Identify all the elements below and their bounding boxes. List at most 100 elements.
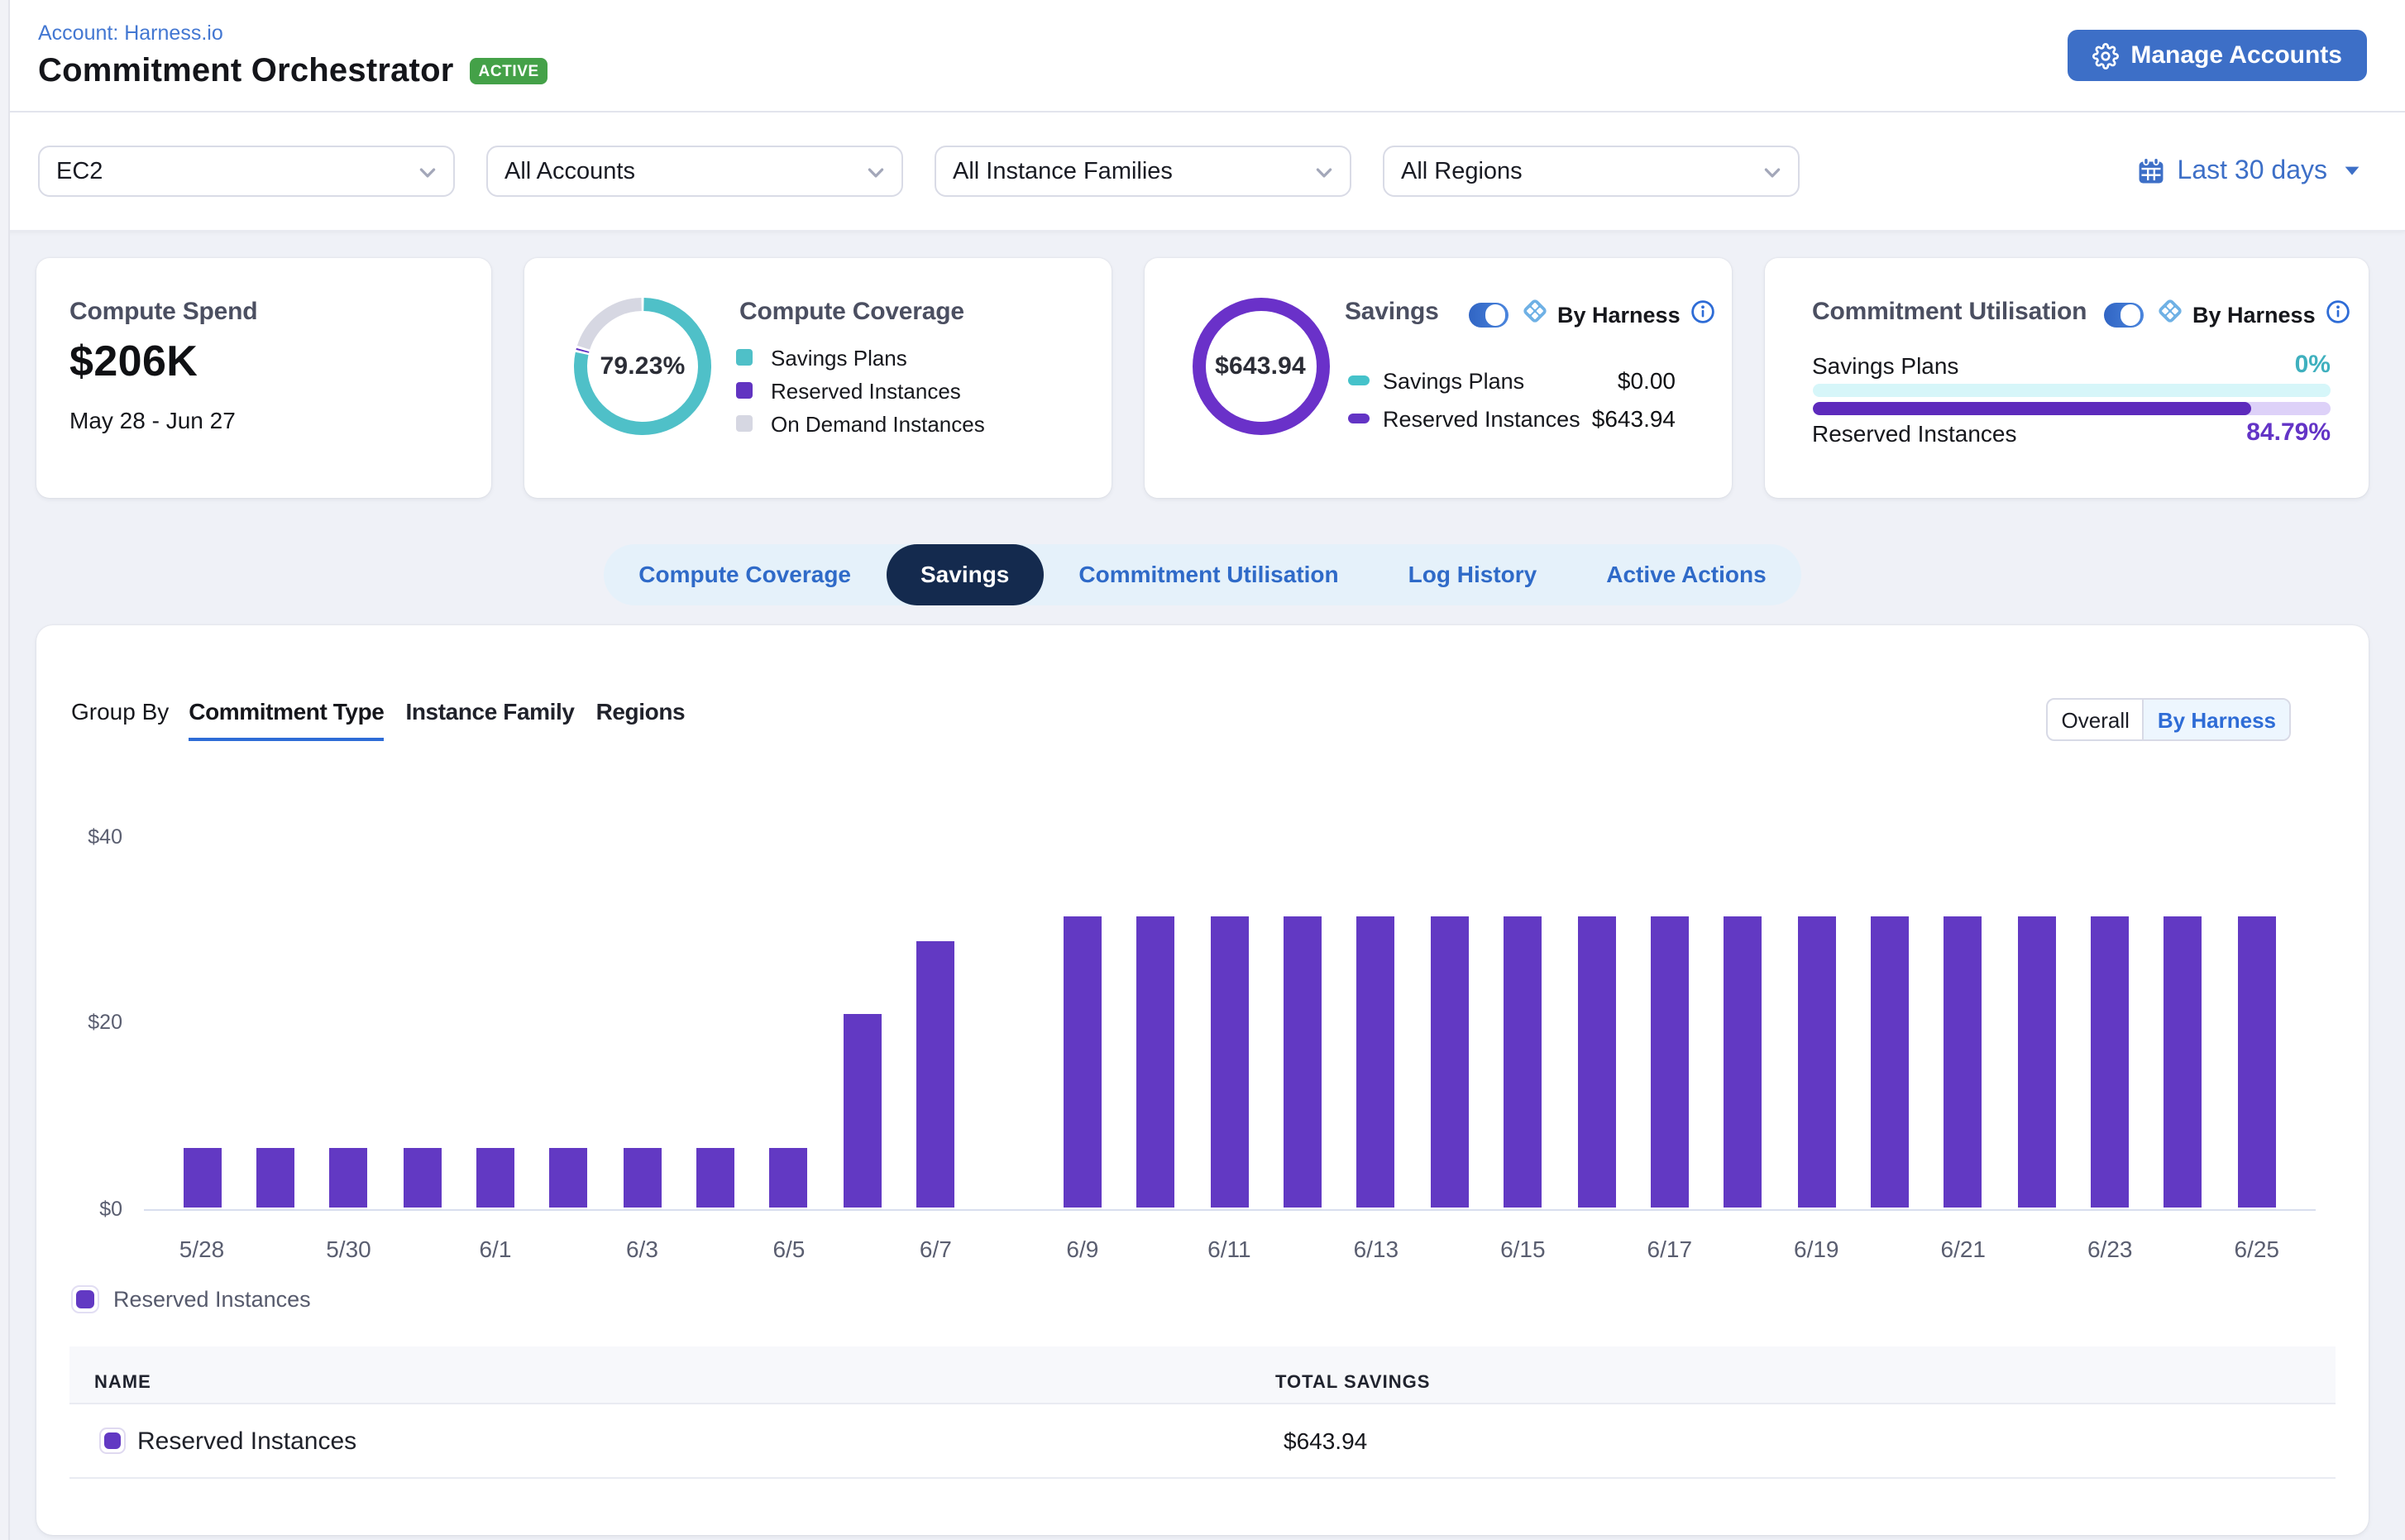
bar-6/23[interactable] [2091, 916, 2129, 1208]
bar-5/31[interactable] [403, 1148, 441, 1208]
bar-6/2[interactable] [550, 1148, 588, 1208]
savings-table: NAME TOTAL SAVINGS Reserved Instances$64… [69, 1346, 2336, 1479]
x-axis-label: 6/17 [1628, 1236, 1711, 1262]
savings-legend-item: Savings Plans$0.00 [1348, 365, 1676, 396]
utilisation-bars: Savings Plans 0% Reserved Instances 84.7… [1812, 351, 2331, 447]
utilisation-by-harness-toggle[interactable] [2104, 303, 2143, 328]
x-axis-label: 6/21 [1922, 1236, 2005, 1262]
left-gutter [0, 0, 10, 1540]
bar-6/3[interactable] [623, 1148, 661, 1208]
bar-5/28[interactable] [183, 1148, 221, 1208]
x-axis-label: 5/28 [160, 1236, 243, 1262]
y-axis-label: $40 [36, 824, 122, 850]
harness-logo-icon [1521, 298, 1547, 332]
x-axis-label: 6/5 [748, 1236, 830, 1262]
tab-log-history[interactable]: Log History [1374, 544, 1572, 605]
regions-dropdown-value: All Regions [1401, 158, 1523, 184]
service-dropdown[interactable]: EC2 [38, 146, 455, 197]
calendar-icon [2138, 157, 2166, 185]
savings-title: Savings [1345, 298, 1439, 326]
bar-6/20[interactable] [1871, 916, 1909, 1208]
bar-6/15[interactable] [1504, 916, 1542, 1208]
bar-6/9[interactable] [1064, 916, 1102, 1208]
bar-6/6[interactable] [844, 1013, 882, 1208]
compute-spend-card: Compute Spend $206K May 28 - Jun 27 [36, 258, 491, 498]
savings-plans-utilisation-bar [1812, 384, 2331, 397]
tab-commitment-utilisation[interactable]: Commitment Utilisation [1044, 544, 1373, 605]
row-marker [99, 1428, 125, 1453]
savings-legend-item: Reserved Instances$643.94 [1348, 403, 1676, 434]
bar-6/22[interactable] [2018, 916, 2056, 1208]
utilisation-savings-plans-label: Savings Plans [1812, 352, 1958, 378]
bar-6/13[interactable] [1357, 916, 1395, 1208]
accounts-dropdown[interactable]: All Accounts [486, 146, 903, 197]
regions-dropdown[interactable]: All Regions [1383, 146, 1800, 197]
accounts-dropdown-value: All Accounts [504, 158, 635, 184]
bar-6/19[interactable] [1797, 916, 1835, 1208]
row-total-savings: $643.94 [1284, 1404, 1367, 1479]
bar-6/10[interactable] [1137, 916, 1175, 1208]
bar-6/25[interactable] [2238, 916, 2276, 1208]
group-by-row: Group By Commitment Type Instance Family R… [71, 695, 706, 741]
legend-swatch [736, 349, 753, 366]
bar-6/16[interactable] [1577, 916, 1615, 1208]
bar-6/18[interactable] [1724, 916, 1762, 1208]
bar-6/17[interactable] [1651, 916, 1689, 1208]
page-header: Account: Harness.io Commitment Orchestra… [0, 0, 2405, 112]
view-by-harness[interactable]: By Harness [2143, 700, 2289, 739]
tab-active-actions[interactable]: Active Actions [1571, 544, 1800, 605]
compute-spend-title: Compute Spend [69, 298, 257, 326]
instance-families-dropdown[interactable]: All Instance Families [935, 146, 1351, 197]
tab-savings[interactable]: Savings [886, 544, 1044, 605]
info-icon[interactable] [2326, 299, 2350, 332]
manage-accounts-label: Manage Accounts [2130, 41, 2342, 69]
y-axis-label: $20 [36, 1010, 122, 1036]
bar-6/1[interactable] [476, 1148, 514, 1208]
x-axis-label: 6/13 [1335, 1236, 1418, 1262]
group-by-regions[interactable]: Regions [596, 695, 686, 741]
bar-6/5[interactable] [770, 1148, 808, 1208]
compute-coverage-title: Compute Coverage [739, 298, 964, 326]
commitment-utilisation-card: Commitment Utilisation By Har [1765, 258, 2369, 498]
x-axis-label: 5/30 [307, 1236, 390, 1262]
legend-checkbox [70, 1285, 98, 1313]
group-by-instance-family[interactable]: Instance Family [405, 695, 574, 741]
bar-6/11[interactable] [1210, 916, 1248, 1208]
legend-label: Reserved Instances [771, 378, 961, 403]
account-breadcrumb-link[interactable]: Account: Harness.io [38, 21, 223, 44]
compute-coverage-donut-value: 79.23% [574, 298, 711, 435]
date-range-picker[interactable]: Last 30 days [2138, 156, 2360, 186]
bar-6/21[interactable] [1944, 916, 1982, 1208]
view-overall[interactable]: Overall [2049, 700, 2143, 739]
bar-5/30[interactable] [329, 1148, 367, 1208]
compute-coverage-card: 79.23% Compute Coverage Savings Plans Res… [524, 258, 1112, 498]
group-by-commitment-type[interactable]: Commitment Type [189, 695, 384, 741]
legend-swatch [1348, 376, 1370, 385]
legend-value: $0.00 [1618, 367, 1676, 394]
bar-6/7[interactable] [916, 941, 954, 1208]
x-axis-label: 6/7 [894, 1236, 977, 1262]
legend-swatch [736, 382, 753, 399]
chevron-down-icon [417, 162, 438, 190]
status-badge: ACTIVE [471, 58, 547, 85]
legend-swatch [1348, 414, 1370, 423]
savings-ring-value: $643.94 [1192, 298, 1329, 435]
tab-compute-coverage[interactable]: Compute Coverage [604, 544, 886, 605]
group-by-label: Group By [71, 695, 169, 728]
info-icon[interactable] [1690, 299, 1715, 332]
bar-6/12[interactable] [1284, 916, 1322, 1208]
manage-accounts-button[interactable]: Manage Accounts [2068, 30, 2367, 81]
bar-6/4[interactable] [696, 1148, 734, 1208]
chevron-down-icon [865, 162, 887, 190]
compute-spend-period: May 28 - Jun 27 [69, 407, 236, 433]
bar-5/29[interactable] [256, 1148, 294, 1208]
chart-legend-reserved-instances[interactable]: Reserved Instances [70, 1285, 311, 1313]
table-row[interactable]: Reserved Instances$643.94 [69, 1404, 2336, 1479]
x-axis-label: 6/11 [1188, 1236, 1270, 1262]
page-title: Commitment Orchestrator [38, 52, 454, 90]
bar-6/24[interactable] [2164, 916, 2202, 1208]
x-axis-label: 6/19 [1775, 1236, 1858, 1262]
savings-by-harness-toggle[interactable] [1469, 303, 1508, 328]
coverage-legend-item: Savings Plans [736, 341, 985, 374]
bar-6/14[interactable] [1431, 916, 1469, 1208]
